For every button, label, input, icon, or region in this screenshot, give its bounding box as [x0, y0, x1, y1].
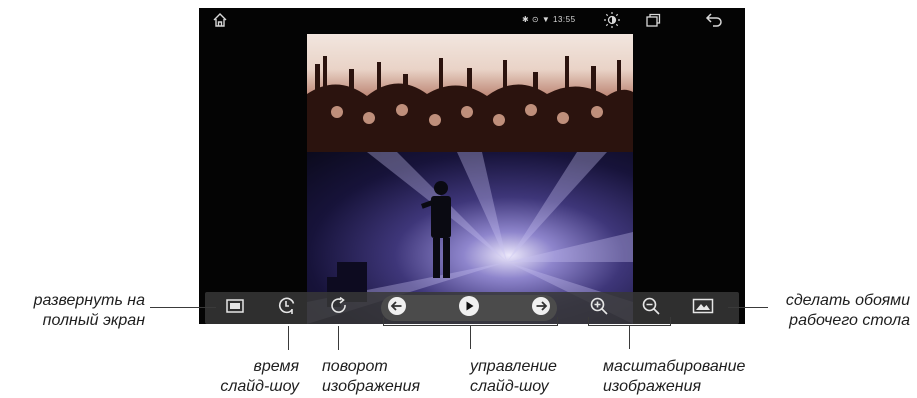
play-button[interactable] — [455, 295, 483, 321]
bracket-zoom-stem — [629, 325, 630, 349]
set-wallpaper-button[interactable] — [689, 295, 717, 321]
next-button[interactable] — [527, 295, 555, 321]
image-part-crowd — [307, 34, 633, 152]
rotate-icon — [329, 296, 349, 321]
slideshow-toolbar — [205, 292, 739, 324]
rotate-button[interactable] — [325, 295, 353, 321]
previous-arrow-icon — [387, 296, 407, 321]
zoom-in-icon — [589, 296, 609, 321]
status-bar: ✱ ⊙ ▼ 13:55 — [199, 8, 745, 34]
leader-rotate — [338, 326, 339, 350]
bracket-slideshow-right — [557, 317, 558, 325]
zoom-in-button[interactable] — [585, 295, 613, 321]
next-arrow-icon — [531, 296, 551, 321]
recent-apps-icon[interactable] — [645, 13, 661, 29]
device-screen: ✱ ⊙ ▼ 13:55 — [199, 8, 745, 324]
slideshow-timer-icon — [277, 296, 297, 321]
slideshow-image[interactable] — [307, 34, 633, 324]
leader-fullscreen — [150, 307, 216, 308]
status-indicators: ✱ ⊙ ▼ 13:55 — [522, 15, 576, 24]
leader-wallpaper — [728, 307, 768, 308]
label-slideshow-time: время слайд-шоу — [220, 358, 299, 395]
fullscreen-icon — [225, 298, 245, 319]
home-icon[interactable] — [212, 12, 228, 30]
bracket-zoom-right — [670, 317, 671, 325]
label-zoom: масштабирование изображения — [603, 358, 746, 395]
label-fullscreen: развернуть на полный экран — [33, 292, 145, 329]
slideshow-controls — [381, 295, 557, 321]
previous-button[interactable] — [383, 295, 411, 321]
bracket-zoom-left — [588, 317, 589, 325]
brightness-icon[interactable] — [603, 11, 621, 31]
back-icon[interactable] — [705, 12, 723, 30]
zoom-out-icon — [641, 296, 661, 321]
fullscreen-button[interactable] — [221, 295, 249, 321]
label-wallpaper: сделать обоями рабочего стола — [785, 292, 910, 329]
label-rotate: поворот изображения — [322, 358, 421, 395]
slideshow-timer-button[interactable] — [273, 295, 301, 321]
bracket-slideshow-stem — [470, 325, 471, 349]
zoom-out-button[interactable] — [637, 295, 665, 321]
play-icon — [458, 295, 480, 322]
bracket-slideshow-left — [383, 317, 384, 325]
label-slideshow-control: управление слайд-шоу — [470, 358, 557, 395]
wallpaper-icon — [692, 298, 714, 319]
leader-timer — [288, 326, 289, 350]
